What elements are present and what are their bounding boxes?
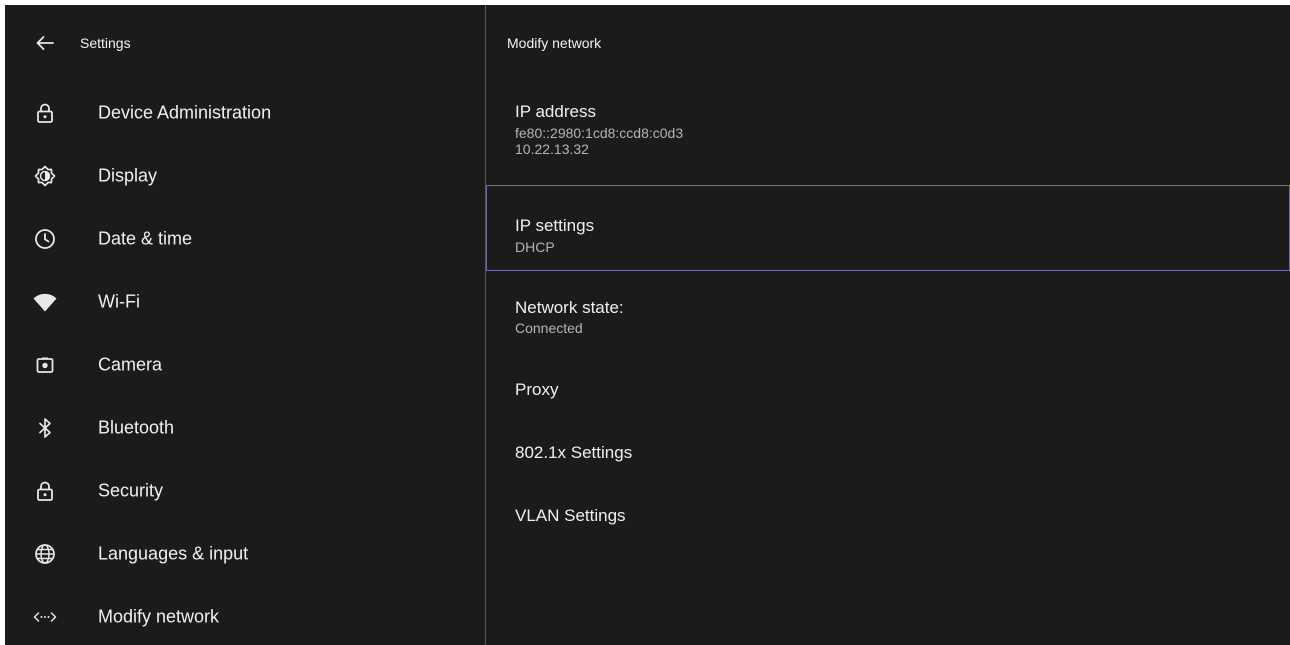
sidebar-item-languages-input[interactable]: Languages & input [5,522,485,585]
arrow-left-icon [36,36,54,50]
settings-screen: Settings Device Administration Display D… [5,5,1290,645]
ipv6-address-value: fe80::2980:1cd8:ccd8:c0d3 [515,125,684,141]
back-button[interactable] [33,31,57,55]
sidebar-item-label: Languages & input [98,543,249,563]
sidebar-item-label: Camera [98,354,163,374]
sidebar-item-label: Bluetooth [98,417,175,437]
ip-settings-item[interactable]: IP settings DHCP [486,185,1290,271]
modify-network-panel: Modify network IP address fe80::2980:1cd… [486,5,1290,645]
proxy-label: Proxy [515,380,559,399]
sidebar-item-bluetooth[interactable]: Bluetooth [5,396,485,459]
dot1x-settings-label: 802.1x Settings [515,443,633,462]
network-state-value: Connected [515,320,583,336]
sidebar-item-date-time[interactable]: Date & time [5,207,485,270]
globe-icon [33,542,57,566]
ip-settings-value: DHCP [515,239,555,255]
dot1x-settings-item[interactable]: 802.1x Settings [486,418,1290,481]
sidebar-item-camera[interactable]: Camera [5,333,485,396]
camera-icon [33,353,57,377]
sidebar-header: Settings [5,5,485,81]
bluetooth-icon [33,416,57,440]
sidebar-item-device-administration[interactable]: Device Administration [5,81,485,144]
network-state-item[interactable]: Network state: Connected [486,271,1290,355]
sidebar-item-label: Display [98,165,158,185]
network-state-label: Network state: [515,298,624,317]
brightness-icon [33,164,57,188]
network-icon [33,605,57,629]
lock-icon [33,101,57,125]
panel-title: Modify network [507,35,602,51]
sidebar-item-label: Modify network [98,606,220,626]
ipv4-address-value: 10.22.13.32 [515,141,589,157]
vlan-settings-item[interactable]: VLAN Settings [486,481,1290,544]
ip-address-item[interactable]: IP address fe80::2980:1cd8:ccd8:c0d3 10.… [486,85,1290,185]
proxy-item[interactable]: Proxy [486,355,1290,418]
sidebar-title: Settings [80,35,131,51]
sidebar-item-label: Security [98,480,164,500]
sidebar-item-label: Device Administration [98,102,272,122]
ip-address-label: IP address [515,102,596,121]
wifi-icon [33,290,57,314]
sidebar-item-label: Wi-Fi [98,291,140,311]
settings-sidebar: Settings Device Administration Display D… [5,5,485,645]
lock-icon [33,479,57,503]
sidebar-item-label: Date & time [98,228,193,248]
sidebar-item-display[interactable]: Display [5,144,485,207]
sidebar-item-modify-network[interactable]: Modify network [5,585,485,645]
sidebar-item-security[interactable]: Security [5,459,485,522]
sidebar-item-wifi[interactable]: Wi-Fi [5,270,485,333]
ip-settings-label: IP settings [515,216,595,235]
clock-icon [33,227,57,251]
vlan-settings-label: VLAN Settings [515,506,626,525]
